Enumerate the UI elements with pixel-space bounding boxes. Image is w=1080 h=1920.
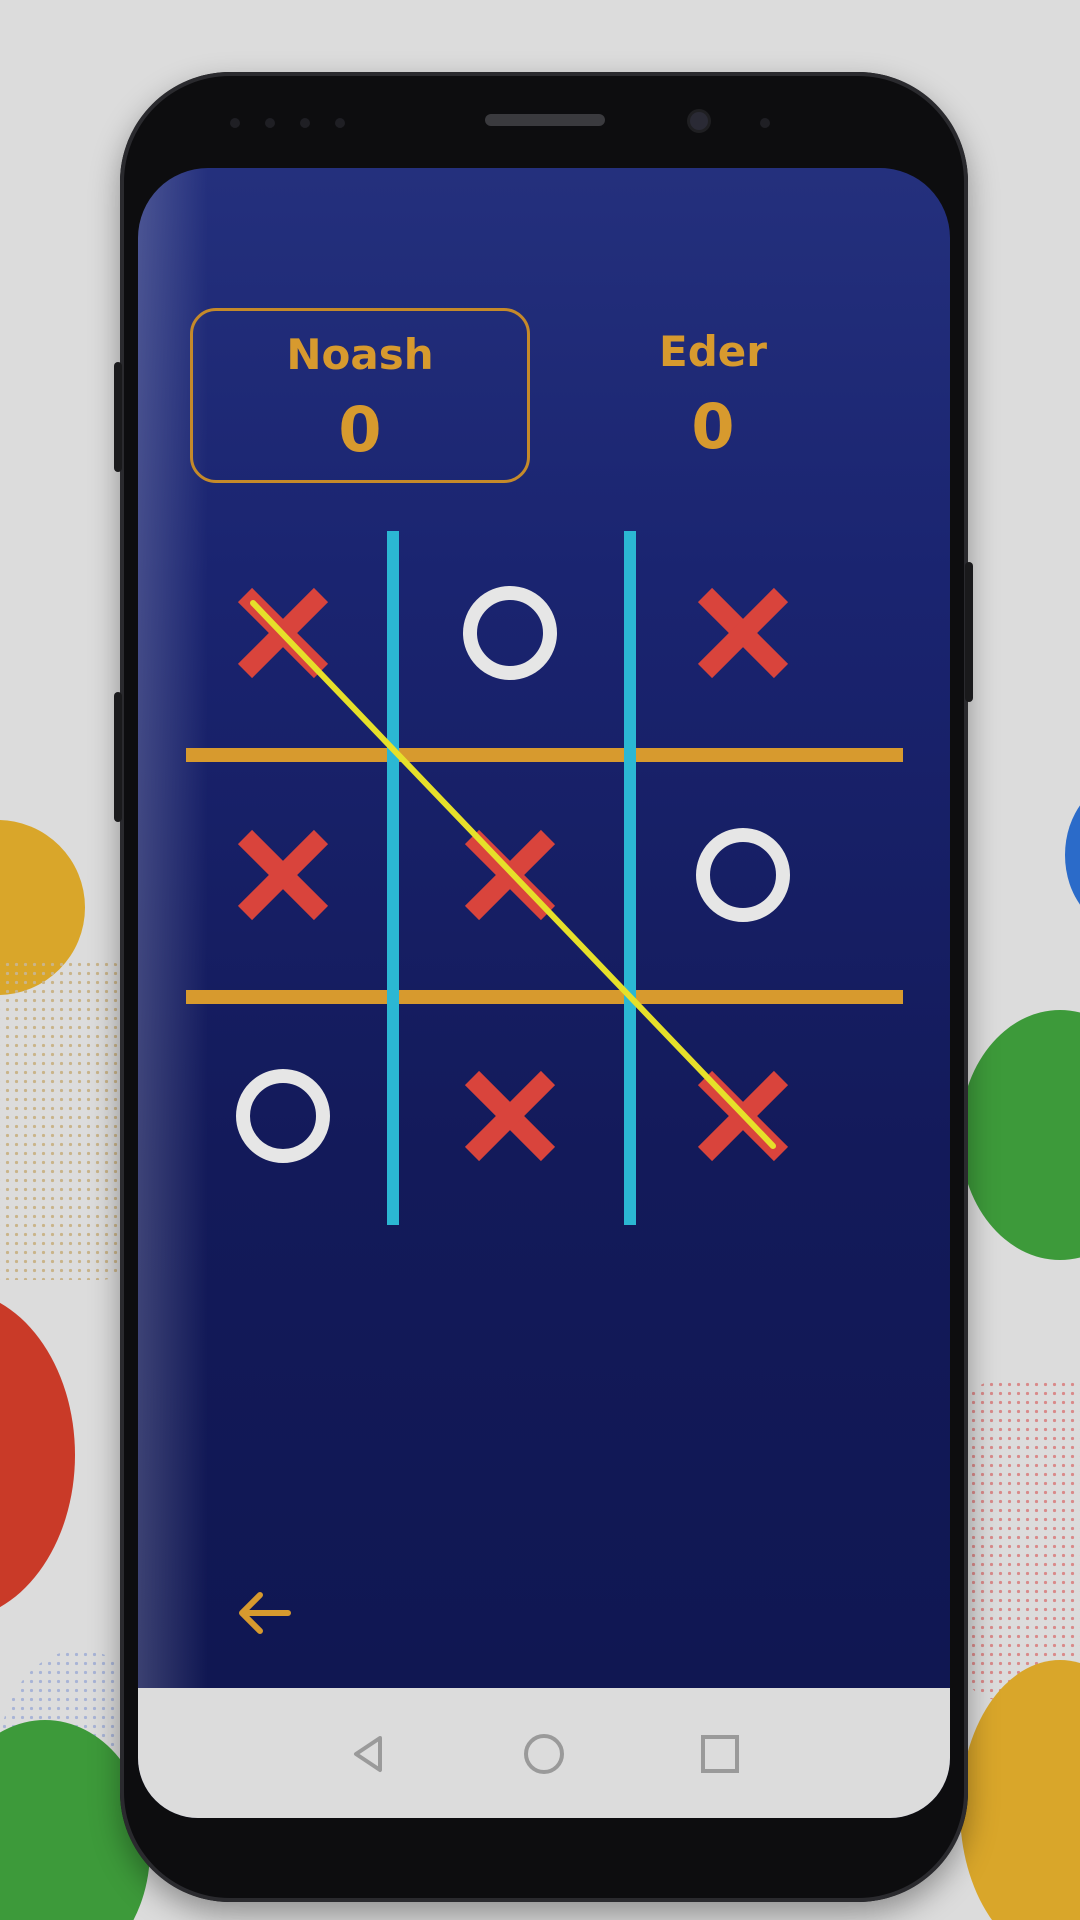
yellow-circle-decoration	[960, 1660, 1080, 1920]
blue-circle-decoration	[1065, 780, 1080, 930]
sensor-dot	[760, 118, 770, 128]
volume-button	[114, 362, 122, 472]
triangle-back-icon	[354, 1736, 382, 1772]
system-navigation-bar	[138, 1688, 950, 1818]
nav-back-button[interactable]	[338, 1724, 398, 1784]
player-one-name: Noash	[286, 330, 434, 379]
sensor-dot	[230, 118, 240, 128]
board-cell[interactable]	[643, 775, 843, 975]
tic-tac-toe-board	[178, 513, 918, 1233]
background: Noash 0 Eder 0	[0, 0, 1080, 1920]
front-camera	[690, 112, 708, 130]
board-canvas	[183, 531, 903, 1225]
nav-recents-button[interactable]	[690, 1724, 750, 1784]
player-two-name: Eder	[659, 327, 767, 376]
sensor-dot	[265, 118, 275, 128]
square-recents-icon	[701, 1735, 739, 1773]
dotted-circle-decoration	[0, 960, 140, 1280]
green-circle-decoration	[960, 1010, 1080, 1260]
red-circle-decoration	[0, 1290, 75, 1620]
arrow-left-icon	[239, 1592, 291, 1634]
board-cell[interactable]	[410, 533, 610, 733]
earpiece-speaker	[485, 114, 605, 126]
back-button[interactable]	[230, 1578, 300, 1648]
circle-home-icon	[524, 1734, 564, 1774]
game-screen: Noash 0 Eder 0	[138, 168, 950, 1818]
player-two-score: 0	[691, 390, 735, 463]
board-cell[interactable]	[183, 1016, 383, 1216]
volume-button	[114, 692, 122, 822]
sensor-dot	[335, 118, 345, 128]
phone-frame: Noash 0 Eder 0	[114, 72, 973, 1902]
player-one-score-panel: Noash 0	[190, 308, 530, 483]
player-one-score: 0	[338, 393, 382, 466]
dotted-circle-decoration	[960, 1380, 1080, 1700]
sensor-dot	[300, 118, 310, 128]
nav-home-button[interactable]	[514, 1724, 574, 1784]
power-button	[965, 562, 973, 702]
player-two-score-panel: Eder 0	[543, 308, 883, 483]
